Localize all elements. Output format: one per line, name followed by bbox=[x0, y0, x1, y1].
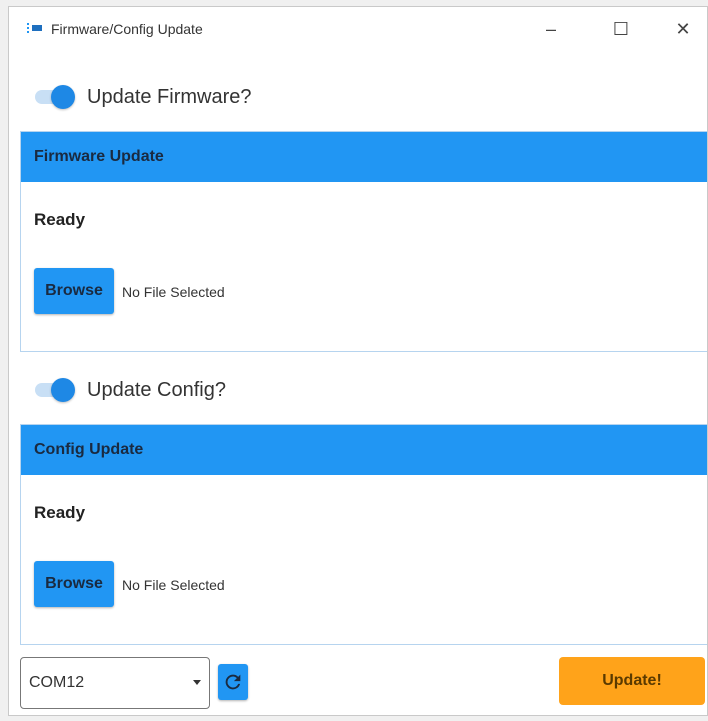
com-port-select[interactable]: COM12 bbox=[20, 657, 210, 709]
toggle-knob bbox=[51, 85, 75, 109]
app-window: Firmware/Config Update – ☐ ✕ Update Firm… bbox=[8, 6, 708, 716]
refresh-button[interactable] bbox=[218, 664, 248, 700]
firmware-panel: Firmware Update Ready Browse No File Sel… bbox=[20, 131, 707, 352]
firmware-toggle-label: Update Firmware? bbox=[87, 85, 252, 108]
config-panel: Config Update Ready Browse No File Selec… bbox=[20, 424, 707, 645]
refresh-icon bbox=[225, 674, 241, 690]
minimize-button[interactable]: – bbox=[523, 7, 579, 51]
firmware-panel-header: Firmware Update bbox=[21, 132, 707, 182]
firmware-status: Ready bbox=[34, 210, 86, 229]
firmware-toggle[interactable] bbox=[31, 85, 75, 109]
config-status: Ready bbox=[34, 503, 86, 522]
close-button[interactable]: ✕ bbox=[655, 7, 707, 51]
dropdown-arrow-icon bbox=[193, 680, 201, 685]
title-bar: Firmware/Config Update – ☐ ✕ bbox=[9, 7, 707, 51]
com-port-value: COM12 bbox=[29, 674, 85, 691]
config-panel-header: Config Update bbox=[21, 425, 707, 475]
firmware-toggle-row: Update Firmware? bbox=[9, 74, 707, 120]
config-toggle-label: Update Config? bbox=[87, 378, 226, 401]
firmware-file-label: No File Selected bbox=[122, 284, 225, 300]
window-title: Firmware/Config Update bbox=[51, 21, 203, 37]
toggle-knob bbox=[51, 378, 75, 402]
update-button[interactable]: Update! bbox=[559, 657, 705, 705]
config-file-label: No File Selected bbox=[122, 577, 225, 593]
config-toggle-row: Update Config? bbox=[9, 367, 707, 413]
config-toggle[interactable] bbox=[31, 378, 75, 402]
maximize-button[interactable]: ☐ bbox=[593, 7, 649, 51]
app-icon bbox=[27, 23, 42, 33]
firmware-browse-button[interactable]: Browse bbox=[34, 268, 114, 314]
config-browse-button[interactable]: Browse bbox=[34, 561, 114, 607]
bottom-bar: COM12 Update! bbox=[9, 643, 707, 715]
